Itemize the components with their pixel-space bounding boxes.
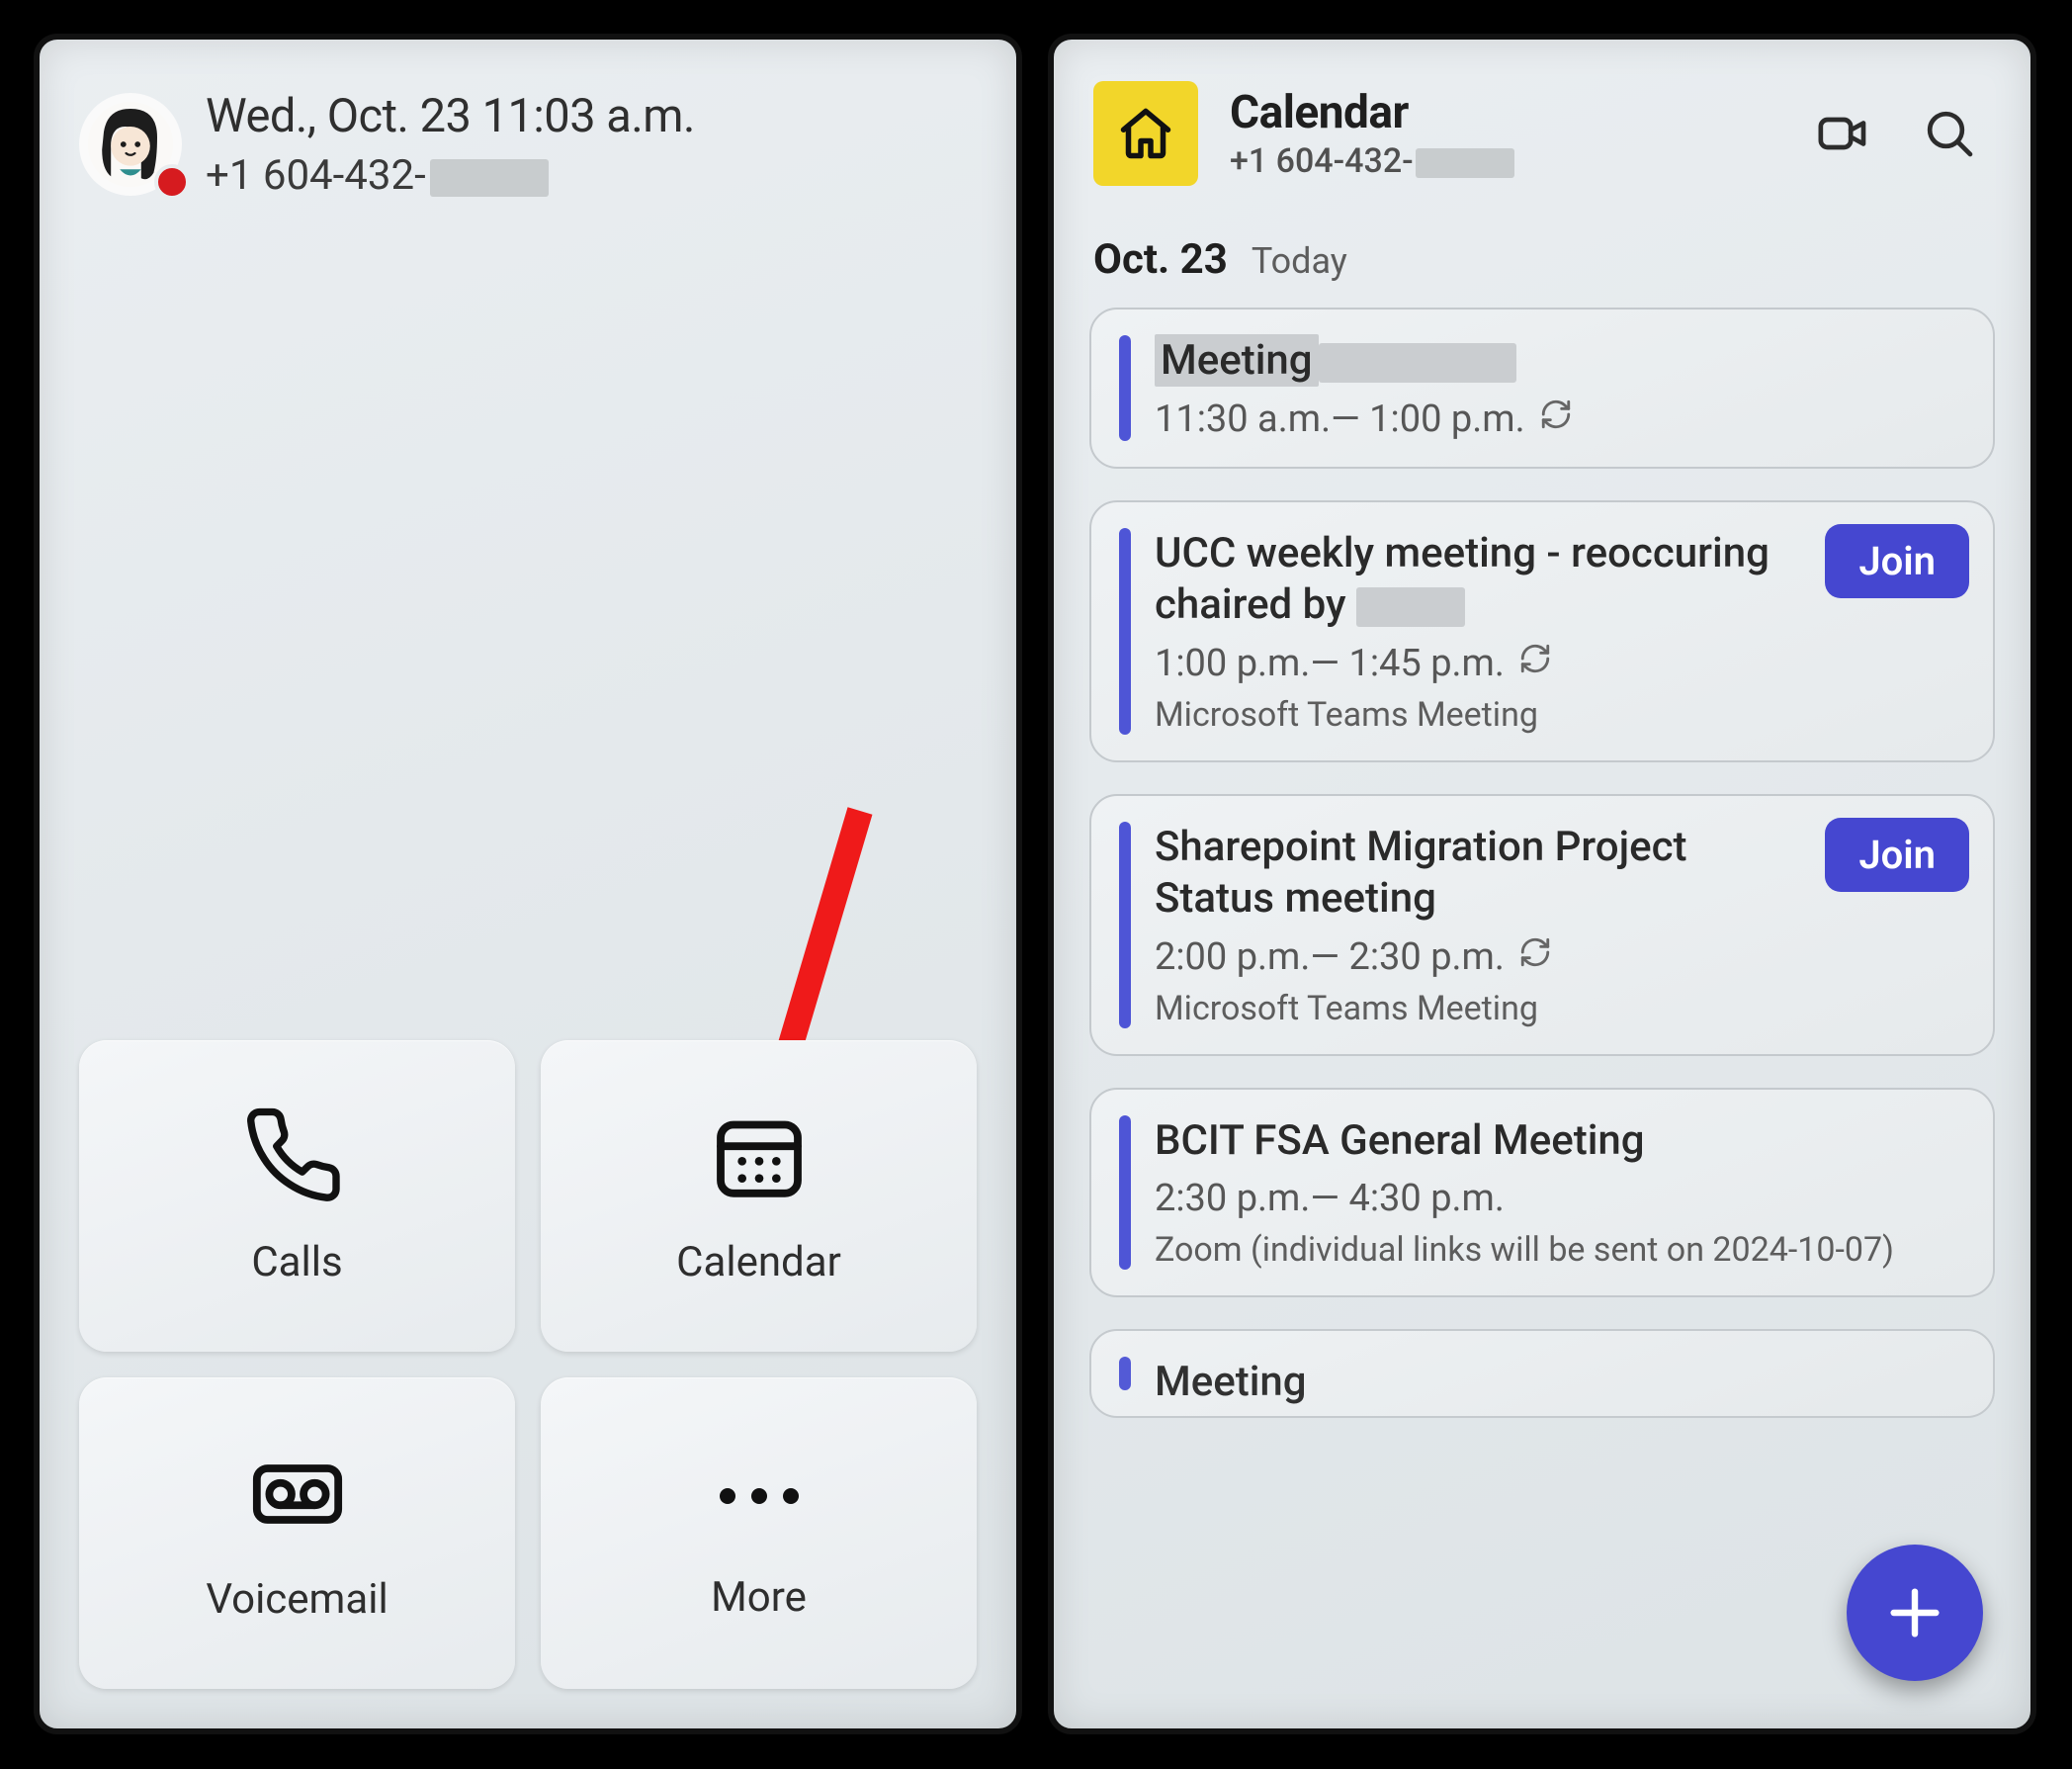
voicemail-tile[interactable]: Voicemail — [79, 1377, 515, 1689]
event-stripe — [1119, 1115, 1131, 1271]
calls-tile[interactable]: Calls — [79, 1040, 515, 1352]
event-list[interactable]: Meeting 11:30 a.m.— 1:00 p.m. UCC weekly… — [1054, 308, 2030, 1418]
event-stripe — [1119, 1357, 1131, 1390]
phone-icon — [246, 1106, 349, 1212]
tile-label: Voicemail — [206, 1575, 388, 1624]
more-tile[interactable]: More — [541, 1377, 977, 1689]
redacted-mask — [1356, 587, 1465, 627]
event-stripe — [1119, 335, 1131, 441]
recurring-icon — [1539, 398, 1573, 441]
event-location: Microsoft Teams Meeting — [1155, 695, 1965, 735]
event-card[interactable]: Sharepoint Migration Project Status meet… — [1089, 794, 1995, 1056]
status-bar: Wed., Oct. 23 11:03 a.m. +1 604-432- — [40, 40, 1016, 210]
event-time: 1:00 p.m.— 1:45 p.m. — [1155, 642, 1965, 685]
video-icon — [1815, 106, 1870, 161]
new-event-fab[interactable] — [1847, 1545, 1983, 1681]
search-button[interactable] — [1922, 106, 1977, 161]
redacted-mask — [430, 159, 549, 197]
status-text: Wed., Oct. 23 11:03 a.m. +1 604-432- — [206, 89, 695, 200]
top-bar: Calendar +1 604-432- — [1054, 40, 2030, 206]
date-header: Oct. 23 Today — [1054, 206, 2030, 308]
redacted-mask — [1416, 148, 1514, 178]
avatar[interactable] — [79, 93, 182, 196]
event-title: BCIT FSA General Meeting — [1155, 1115, 1965, 1168]
event-stripe — [1119, 528, 1131, 735]
page-subtitle: +1 604-432- — [1230, 141, 1777, 181]
search-icon — [1922, 106, 1977, 161]
home-icon — [1116, 104, 1175, 163]
event-title: Meeting — [1155, 335, 1965, 388]
recurring-icon — [1518, 935, 1552, 979]
event-time: 2:30 p.m.— 4:30 p.m. — [1155, 1177, 1965, 1220]
event-card[interactable]: Meeting — [1089, 1329, 1995, 1418]
redacted-mask — [1319, 343, 1516, 383]
tile-label: More — [711, 1573, 807, 1622]
event-location: Zoom (individual links will be sent on 2… — [1155, 1230, 1965, 1270]
voicemail-icon — [246, 1443, 349, 1549]
calendar-screen: Calendar +1 604-432- Oct. 23 Today — [1048, 34, 2036, 1734]
event-card[interactable]: BCIT FSA General Meeting 2:30 p.m.— 4:30… — [1089, 1088, 1995, 1298]
date-relative: Today — [1252, 240, 1347, 282]
event-card[interactable]: UCC weekly meeting - reoccuring chaired … — [1089, 500, 1995, 762]
recurring-icon — [1518, 642, 1552, 685]
calendar-icon — [708, 1106, 811, 1212]
page-title: Calendar — [1230, 86, 1777, 139]
calendar-tile[interactable]: Calendar — [541, 1040, 977, 1352]
home-button[interactable] — [1093, 81, 1198, 186]
event-location: Microsoft Teams Meeting — [1155, 989, 1965, 1028]
event-time: 11:30 a.m.— 1:00 p.m. — [1155, 398, 1965, 441]
home-screen: Wed., Oct. 23 11:03 a.m. +1 604-432- — [34, 34, 1022, 1734]
event-title: Meeting — [1155, 1357, 1965, 1409]
tile-grid: Calls Calendar — [79, 1040, 977, 1689]
tile-label: Calendar — [676, 1238, 841, 1286]
plus-icon — [1883, 1581, 1946, 1644]
event-stripe — [1119, 822, 1131, 1028]
meet-now-button[interactable] — [1815, 106, 1870, 161]
event-time: 2:00 p.m.— 2:30 p.m. — [1155, 935, 1965, 979]
presence-busy-icon — [154, 164, 190, 200]
join-button[interactable]: Join — [1825, 818, 1969, 892]
status-datetime: Wed., Oct. 23 11:03 a.m. — [206, 89, 695, 143]
status-phone: +1 604-432- — [206, 151, 695, 200]
tile-label: Calls — [251, 1238, 342, 1286]
event-card[interactable]: Meeting 11:30 a.m.— 1:00 p.m. — [1089, 308, 1995, 469]
join-button[interactable]: Join — [1825, 524, 1969, 598]
more-icon — [720, 1445, 799, 1548]
date-label: Oct. 23 — [1093, 235, 1228, 284]
